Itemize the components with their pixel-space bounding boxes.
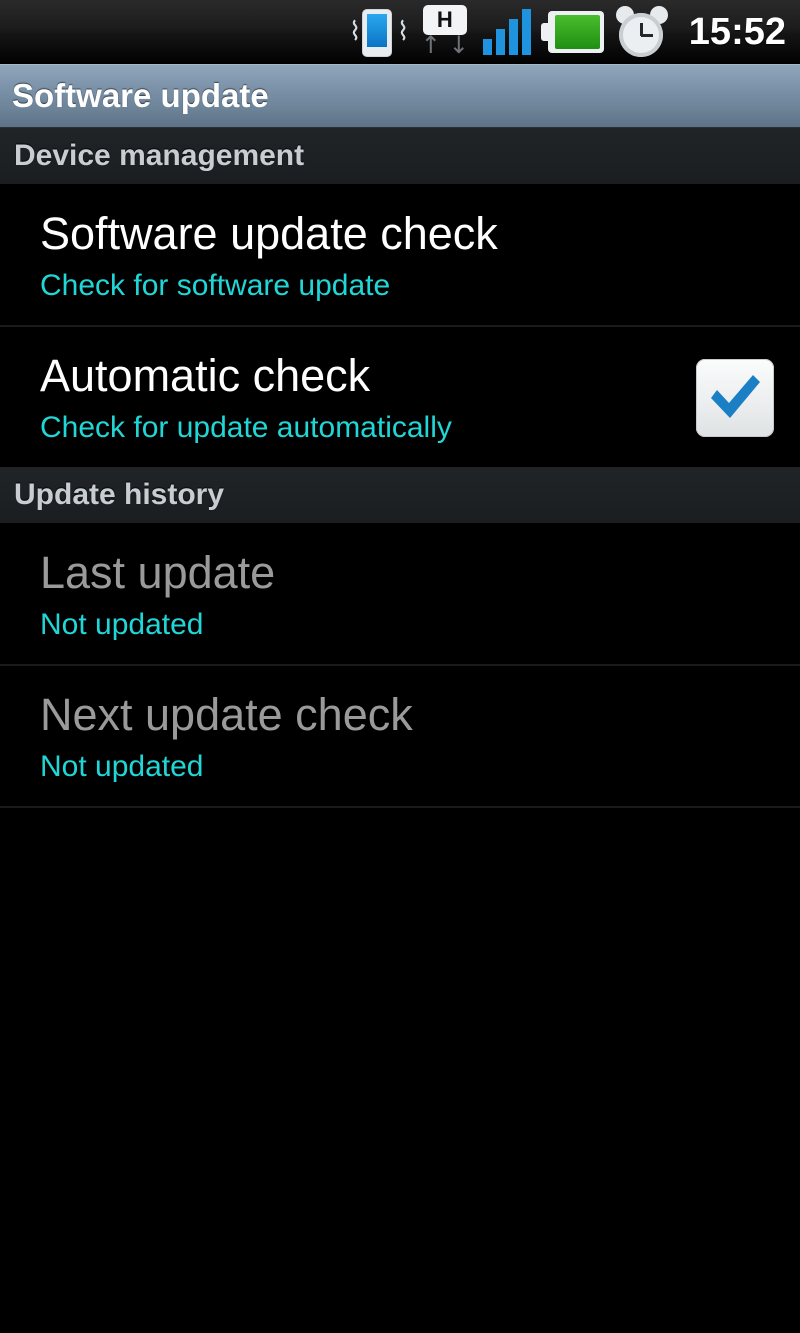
section-header-label: Update history [14,478,225,511]
hspa-letter: H [422,4,467,35]
status-bar-clock: 15:52 [688,10,786,53]
list-device-management: Software update check Check for software… [0,185,800,467]
list-item-last-update[interactable]: Last update Not updated [0,524,800,664]
signal-bar-2 [495,28,505,55]
checkmark-icon [711,375,760,418]
list-bottom-divider [0,806,800,808]
list-item-subtitle: Check for update automatically [40,411,452,444]
battery-icon [540,9,605,55]
arrow-up-icon: ↑ [420,30,441,59]
hspa-data-icon: H ↑ ↓ [417,4,473,59]
list-item-text: Software update check Check for software… [40,207,498,305]
signal-bar-3 [508,18,518,55]
list-item-text: Next update check Not updated [40,688,413,786]
alarm-hand-minute [640,33,653,37]
alarm-clock-icon [615,5,669,58]
list-update-history: Last update Not updated Next update chec… [0,524,800,808]
status-bar[interactable]: ⌇ ⌇ H ↑ ↓ 15:52 [0,0,800,64]
list-item-software-update-check[interactable]: Software update check Check for software… [0,185,800,325]
automatic-check-checkbox[interactable] [696,359,774,437]
page-title: Software update [12,77,269,114]
list-item-subtitle: Not updated [40,750,204,783]
signal-bars-icon [482,8,531,55]
vibrate-wave-right: ⌇ [396,16,410,47]
vibrate-wave-left: ⌇ [348,16,362,47]
list-item-title: Software update check [40,208,498,259]
section-header-device-management: Device management [0,128,800,185]
list-item-title: Last update [40,547,276,598]
list-item-text: Last update Not updated [40,546,275,644]
vibrate-icon: ⌇ ⌇ [347,6,410,58]
list-item-automatic-check[interactable]: Automatic check Check for update automat… [0,325,800,467]
list-item-title: Next update check [40,689,413,740]
arrow-down-icon: ↓ [448,30,469,59]
battery-fill [554,14,600,49]
list-item-subtitle: Check for software update [40,269,391,302]
section-header-update-history: Update history [0,467,800,524]
data-transfer-arrows: ↑ ↓ [421,33,469,59]
list-item-next-update-check[interactable]: Next update check Not updated [0,664,800,806]
list-item-subtitle: Not updated [40,608,204,641]
title-bar: Software update [0,64,800,128]
status-bar-icons: ⌇ ⌇ H ↑ ↓ 15:52 [347,4,786,60]
vibrate-phone-screen [366,13,387,47]
section-header-label: Device management [14,139,305,172]
signal-bar-4 [521,8,531,55]
signal-bar-1 [482,38,492,55]
list-item-text: Automatic check Check for update automat… [40,349,452,447]
list-item-title: Automatic check [40,350,371,401]
